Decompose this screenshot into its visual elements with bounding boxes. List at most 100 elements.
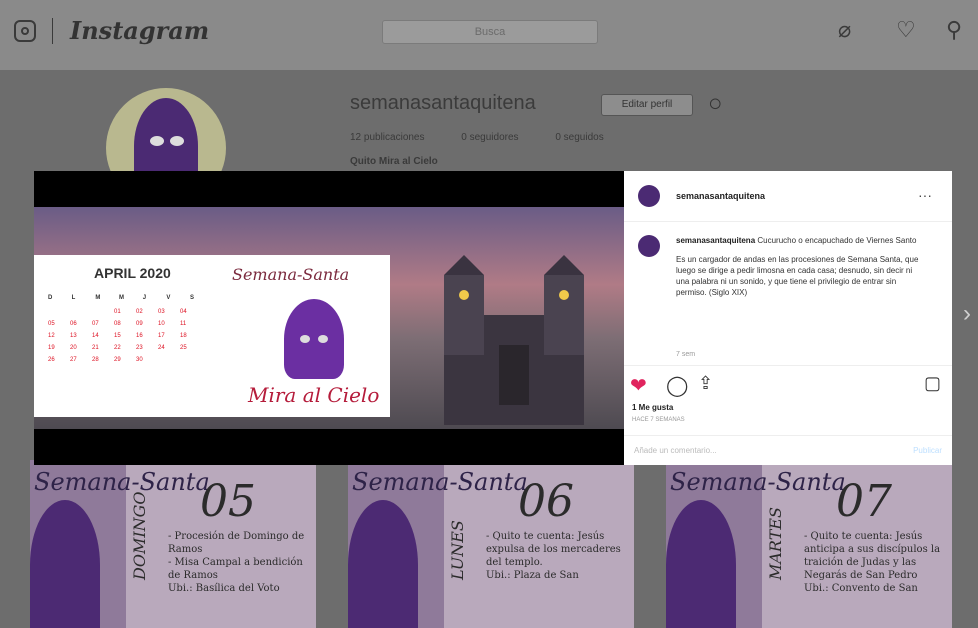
tile-description: - Procesión de Domingo de Ramos - Misa C… xyxy=(168,531,305,594)
post-image[interactable]: APRIL 2020 D L M M J V S 01 02 03 04 05 06 07… xyxy=(34,207,624,429)
search-input[interactable]: Busca xyxy=(382,20,598,44)
mira-al-cielo-text: Mira al Cielo xyxy=(248,383,380,407)
tile-description: - Quito te cuenta: Jesús anticipa a sus … xyxy=(804,531,941,594)
tile-day: MARTES xyxy=(766,506,785,580)
eye-left xyxy=(150,136,164,146)
calendar-day: 09 xyxy=(136,321,143,327)
like-heart-icon[interactable]: ❤ xyxy=(630,373,647,398)
grid-post-3[interactable]: Semana-Santa 07 MARTES - Quito te cuenta… xyxy=(666,460,952,628)
tile-description: - Quito te cuenta: Jesús expulsa de los … xyxy=(486,531,621,581)
tile-number: 06 xyxy=(518,476,574,527)
weekday: M xyxy=(119,295,125,301)
calendar-day: 17 xyxy=(158,333,165,339)
tile-number: 07 xyxy=(836,476,892,527)
tile-day: DOMINGO xyxy=(130,491,149,580)
user-icon[interactable]: ⚲ xyxy=(946,19,962,41)
calendar-day: 02 xyxy=(136,309,143,315)
calendar-day: 28 xyxy=(92,357,99,363)
heart-icon[interactable]: ♡ xyxy=(896,19,916,41)
add-comment-input[interactable]: Añade un comentario... xyxy=(634,446,717,455)
calendar-day: 26 xyxy=(48,357,55,363)
calendar-row: 01 02 03 04 xyxy=(48,309,202,315)
grid-post-2[interactable]: Semana-Santa 06 LUNES - Quito te cuenta:… xyxy=(348,460,634,628)
calendar-day: 22 xyxy=(114,345,121,351)
semana-santa-title: Semana-Santa xyxy=(232,265,350,284)
caption-avatar[interactable] xyxy=(638,235,660,257)
calendar-day: 01 xyxy=(114,309,121,315)
profile-username: semanasantaquitena xyxy=(350,92,536,114)
posts-count[interactable]: 12 publicaciones xyxy=(350,132,425,143)
caption-text: semanasantaquitena Cucurucho o encapucha… xyxy=(676,235,924,298)
weekday: J xyxy=(142,295,147,301)
church-illustration xyxy=(444,255,584,425)
post-modal: APRIL 2020 D L M M J V S 01 02 03 04 05 06 07… xyxy=(34,171,952,465)
calendar-day: 08 xyxy=(114,321,121,327)
add-comment-bar: Añade un comentario... Publicar xyxy=(624,435,952,466)
calendar-day: 21 xyxy=(92,345,99,351)
post-actions: ❤ ◯ ⇪ ▢ xyxy=(624,371,952,405)
post-header: semanasantaquitena ··· xyxy=(624,171,952,222)
settings-gear-icon[interactable]: ○ xyxy=(708,90,723,118)
calendar-day: 07 xyxy=(92,321,99,327)
following-count[interactable]: 0 seguidos xyxy=(555,132,603,143)
calendar-day: 30 xyxy=(136,357,143,363)
instagram-logo[interactable]: Instagram xyxy=(70,16,209,45)
share-icon[interactable]: ⇪ xyxy=(698,373,713,394)
calendar-day: 10 xyxy=(158,321,165,327)
calendar-day: 03 xyxy=(158,309,165,315)
publish-button[interactable]: Publicar xyxy=(913,446,942,455)
more-options-icon[interactable]: ··· xyxy=(918,187,932,203)
author-avatar[interactable] xyxy=(638,185,660,207)
calendar-day: 25 xyxy=(180,345,187,351)
weekday: D xyxy=(48,295,53,301)
eye-left xyxy=(300,335,310,343)
tile-script: Semana-Santa xyxy=(34,468,210,496)
calendar-weekdays: D L M M J V S xyxy=(48,295,212,301)
tile-script: Semana-Santa xyxy=(670,468,846,496)
post-image-area: APRIL 2020 D L M M J V S 01 02 03 04 05 06 07… xyxy=(34,171,624,465)
weekday: L xyxy=(71,295,76,301)
caption-username[interactable]: semanasantaquitena xyxy=(676,236,755,245)
comment-icon[interactable]: ◯ xyxy=(666,373,688,398)
caption-body: Es un cargador de andas en las procesion… xyxy=(676,255,919,297)
calendar-day: 14 xyxy=(92,333,99,339)
caption-time: 7 sem xyxy=(676,351,696,358)
edit-profile-button[interactable]: Editar perfil xyxy=(601,94,693,116)
post-caption-area: semanasantaquitena Cucurucho o encapucha… xyxy=(624,227,952,366)
calendar-row: 05 06 07 08 09 10 11 xyxy=(48,321,202,327)
calendar-graphic: APRIL 2020 D L M M J V S 01 02 03 04 05 06 07… xyxy=(34,255,390,417)
calendar-row: 19 20 21 22 23 24 25 xyxy=(48,345,202,351)
next-post-chevron-icon[interactable]: › xyxy=(963,300,971,328)
weekday: V xyxy=(166,295,171,301)
post-date: HACE 7 SEMANAS xyxy=(632,417,685,423)
calendar-day: 05 xyxy=(48,321,55,327)
hood-illustration xyxy=(348,500,418,628)
calendar-day: 23 xyxy=(136,345,143,351)
bookmark-icon[interactable]: ▢ xyxy=(924,373,941,394)
calendar-row: 12 13 14 15 16 17 18 xyxy=(48,333,202,339)
calendar-day: 27 xyxy=(70,357,77,363)
hood-illustration xyxy=(666,500,736,628)
calendar-day: 16 xyxy=(136,333,143,339)
compass-icon[interactable]: ⌀ xyxy=(838,19,851,41)
logo-separator xyxy=(52,18,53,44)
likes-count[interactable]: 1 Me gusta xyxy=(632,403,673,412)
weekday: M xyxy=(95,295,101,301)
calendar-day: 19 xyxy=(48,345,55,351)
calendar-day: 04 xyxy=(180,309,187,315)
followers-count[interactable]: 0 seguidores xyxy=(461,132,518,143)
calendar-day: 13 xyxy=(70,333,77,339)
caption-first-line: Cucurucho o encapuchado de Viernes Santo xyxy=(757,236,917,245)
calendar-day: 29 xyxy=(114,357,121,363)
tile-number: 05 xyxy=(200,476,256,527)
calendar-day: 24 xyxy=(158,345,165,351)
author-username[interactable]: semanasantaquitena xyxy=(676,191,765,201)
calendar-row: 26 27 28 29 30 xyxy=(48,357,202,363)
profile-full-name: Quito Mira al Cielo xyxy=(350,156,438,167)
calendar-day: 15 xyxy=(114,333,121,339)
profile-stats: 12 publicaciones 0 seguidores 0 seguidos xyxy=(350,132,638,143)
instagram-camera-icon[interactable] xyxy=(14,20,36,42)
profile-header: semanasantaquitena Editar perfil ○ 12 pu… xyxy=(0,70,978,208)
grid-post-1[interactable]: Semana-Santa 05 DOMINGO - Procesión de D… xyxy=(30,460,316,628)
hood-illustration xyxy=(284,299,344,379)
